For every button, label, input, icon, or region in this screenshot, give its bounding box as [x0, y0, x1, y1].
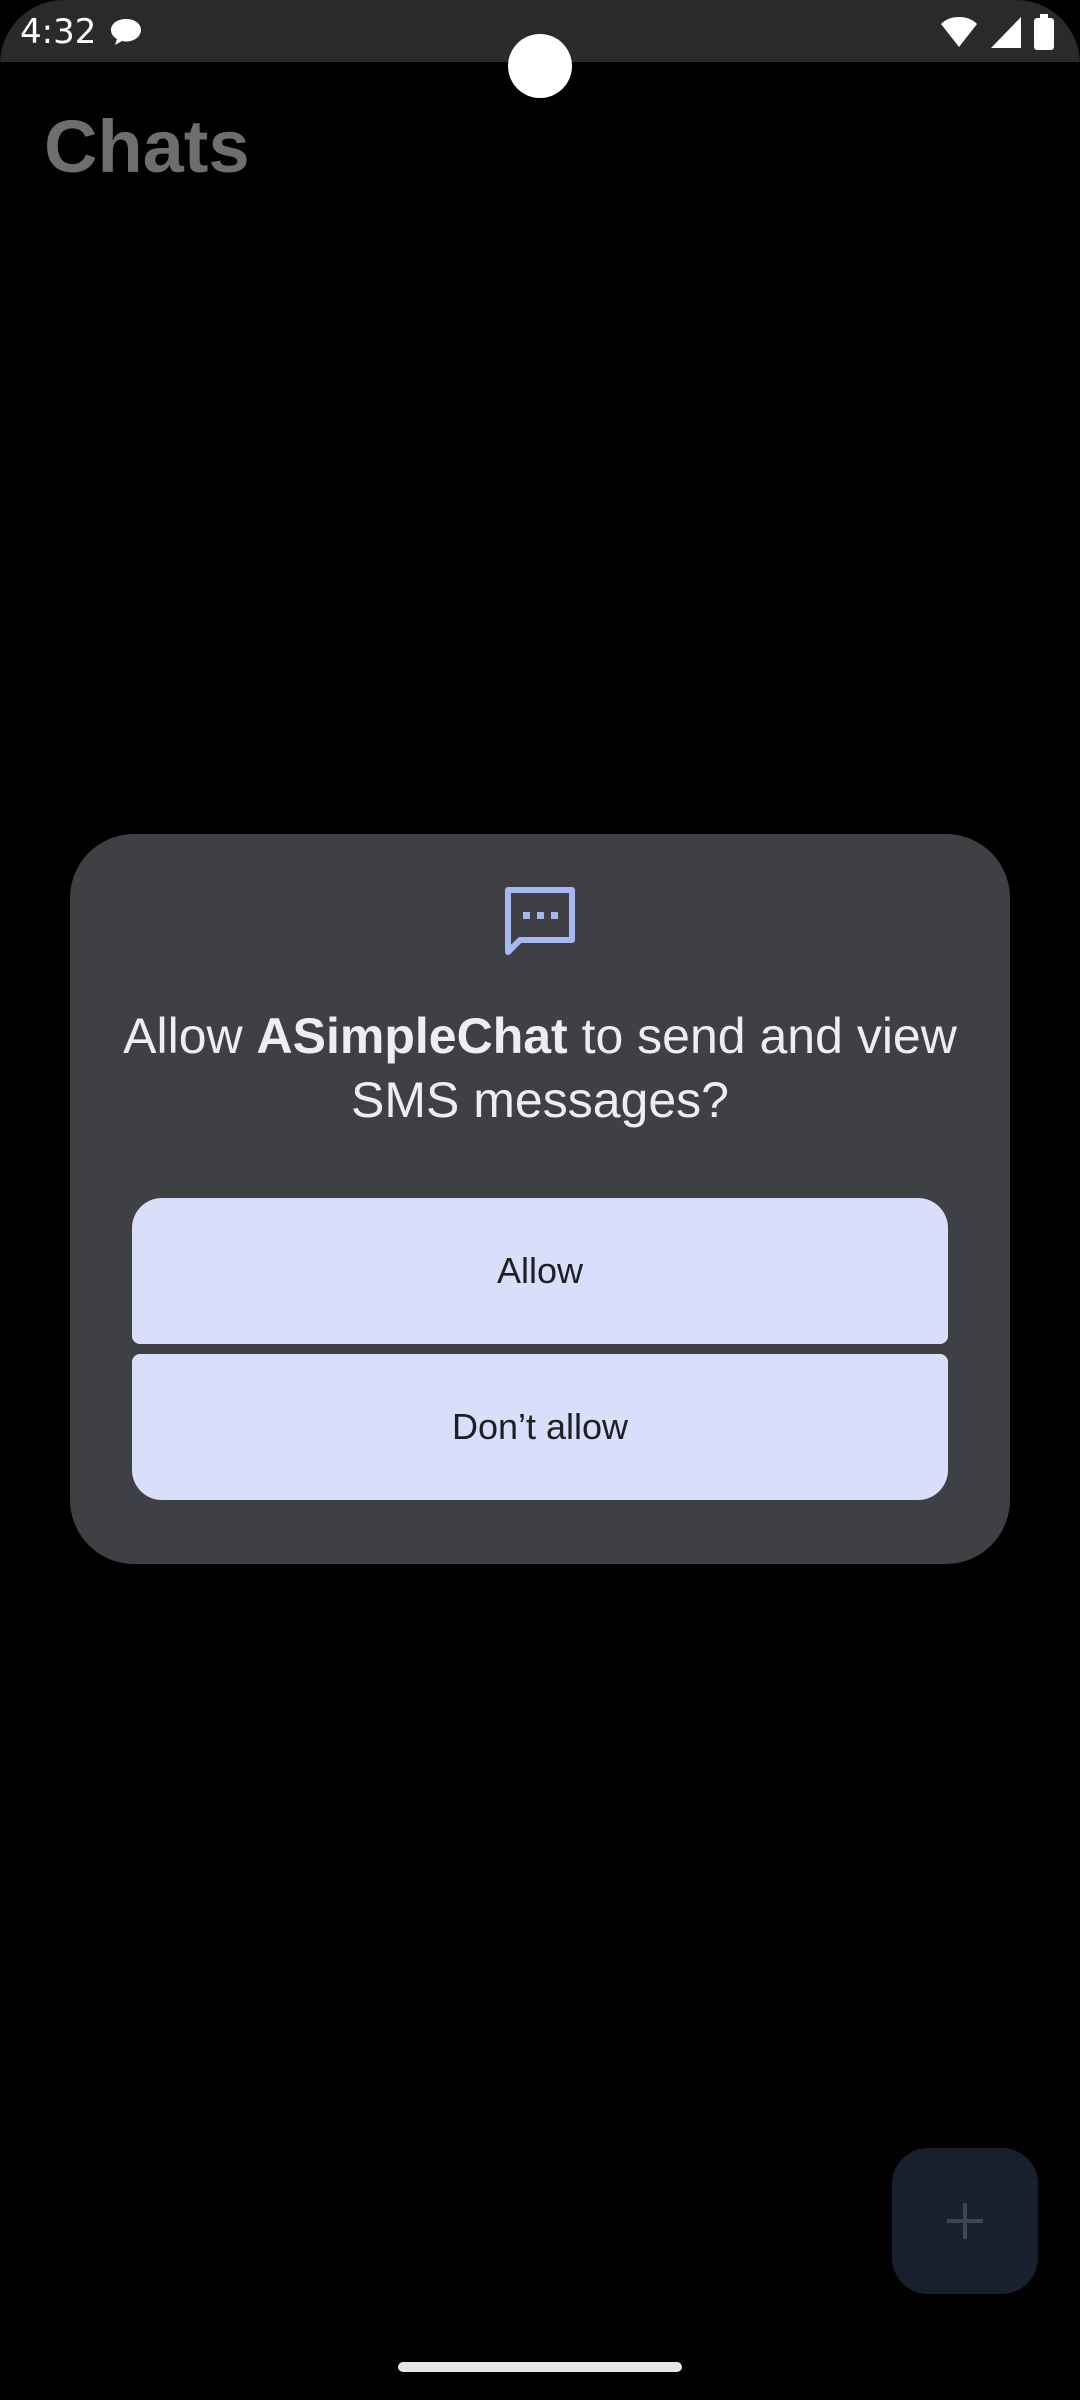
dialog-message: Allow ASimpleChat to send and view SMS m… [110, 1004, 970, 1132]
sms-message-icon [505, 887, 575, 955]
dont-allow-button-label: Don’t allow [451, 1406, 629, 1447]
chat-bubble-icon [111, 19, 141, 45]
battery-icon [1034, 14, 1054, 50]
permission-dialog: Allow ASimpleChat to send and view SMS m… [70, 834, 1010, 1564]
camera-cutout [508, 34, 572, 98]
new-chat-button[interactable] [892, 2148, 1038, 2294]
app-name: ASimpleChat [256, 1008, 568, 1064]
signal-icon [991, 17, 1021, 48]
wifi-icon [941, 17, 977, 47]
plus-icon [947, 2203, 983, 2239]
screen: 4:32 Chats Allow ASimpleChat to send and… [0, 0, 1080, 2400]
page-title: Chats [44, 105, 250, 188]
dont-allow-button[interactable]: Don’t allow [132, 1354, 948, 1500]
allow-button-label: Allow [496, 1250, 584, 1291]
message-prefix: Allow [123, 1008, 257, 1064]
status-icons [940, 12, 1054, 52]
status-time: 4:32 [20, 12, 97, 52]
navigation-handle[interactable] [398, 2362, 682, 2372]
allow-button[interactable]: Allow [132, 1198, 948, 1344]
